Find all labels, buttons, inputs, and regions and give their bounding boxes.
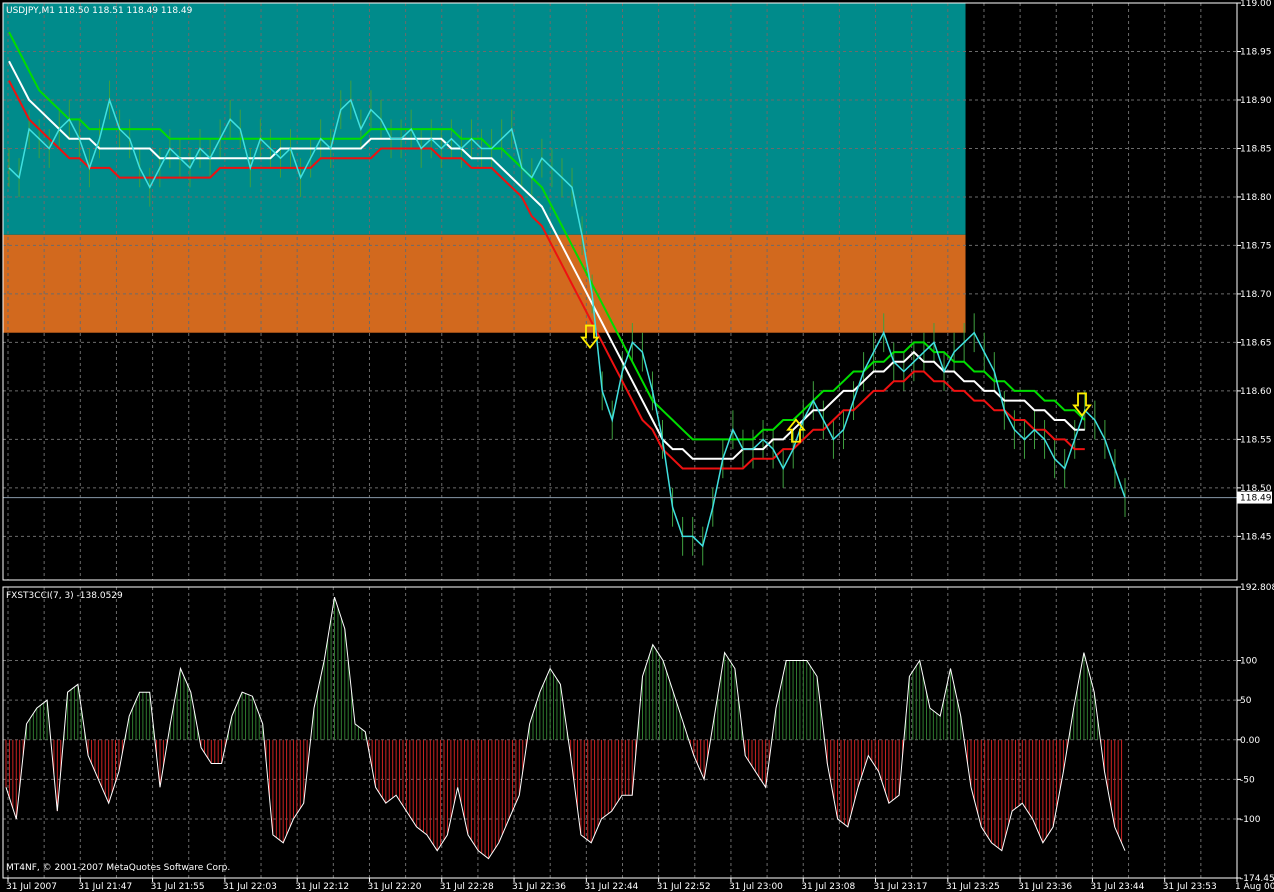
indicator-tick-label: 192.8083 xyxy=(1240,583,1274,593)
x-tick-label: 1 Aug 00:01 xyxy=(1235,882,1274,892)
chart: 118.49 119.00 118.95 118.90 118.85 118.80 118… xyxy=(0,0,1274,892)
indicator-tick-label: 50 xyxy=(1240,696,1252,706)
price-tick-label: 118.90 xyxy=(1240,96,1272,106)
indicator-tick-label: -50 xyxy=(1240,775,1255,785)
price-tick-label: 118.55 xyxy=(1240,435,1272,445)
x-tick-label: 31 Jul 23:08 xyxy=(801,882,855,892)
x-tick-label: 31 Jul 21:47 xyxy=(78,882,132,892)
x-tick-label: 31 Jul 22:44 xyxy=(584,882,638,892)
indicator-tick-label: 100 xyxy=(1240,657,1257,667)
indicator-tick-label: -100 xyxy=(1240,815,1261,825)
price-tick-label: 118.75 xyxy=(1240,241,1272,251)
zone-teal xyxy=(3,3,966,235)
copyright-label: MT4NF, © 2001-2007 MetaQuotes Software C… xyxy=(6,863,230,873)
current-price-label: 118.49 xyxy=(1240,494,1272,504)
indicator-label: FXST3CCI(7, 3) -138.0529 xyxy=(6,591,123,601)
zone-orange xyxy=(3,234,966,333)
x-tick-label: 31 Jul 22:36 xyxy=(512,882,566,892)
x-tick-label: 31 Jul 21:55 xyxy=(151,882,205,892)
price-tick-label: 118.45 xyxy=(1240,532,1272,542)
price-tick-label: 118.80 xyxy=(1240,193,1272,203)
x-tick-label: 31 Jul 23:00 xyxy=(729,882,783,892)
price-tick-label: 119.00 xyxy=(1240,0,1272,9)
x-tick-label: 31 Jul 23:25 xyxy=(946,882,1000,892)
price-tick-label: 118.60 xyxy=(1240,387,1272,397)
x-tick-label: 31 Jul 23:17 xyxy=(874,882,928,892)
x-tick-label: 31 Jul 23:36 xyxy=(1018,882,1072,892)
x-tick-label: 31 Jul 22:12 xyxy=(295,882,349,892)
price-tick-label: 118.50 xyxy=(1240,484,1272,494)
price-tick-label: 118.85 xyxy=(1240,144,1272,154)
x-tick-label: 31 Jul 22:52 xyxy=(657,882,711,892)
x-tick-label: 31 Jul 23:53 xyxy=(1163,882,1217,892)
symbol-label: USDJPY,M1 118.50 118.51 118.49 118.49 xyxy=(6,6,193,16)
x-tick-label: 31 Jul 22:28 xyxy=(440,882,494,892)
x-tick-label: 31 Jul 23:44 xyxy=(1090,882,1144,892)
x-tick-label: 31 Jul 2007 xyxy=(6,882,57,892)
price-tick-label: 118.70 xyxy=(1240,290,1272,300)
x-tick-label: 31 Jul 22:20 xyxy=(367,882,421,892)
price-tick-label: 118.95 xyxy=(1240,47,1272,57)
price-tick-label: 118.65 xyxy=(1240,338,1272,348)
indicator-tick-label: 0.00 xyxy=(1240,736,1260,746)
x-tick-label: 31 Jul 22:03 xyxy=(223,882,277,892)
